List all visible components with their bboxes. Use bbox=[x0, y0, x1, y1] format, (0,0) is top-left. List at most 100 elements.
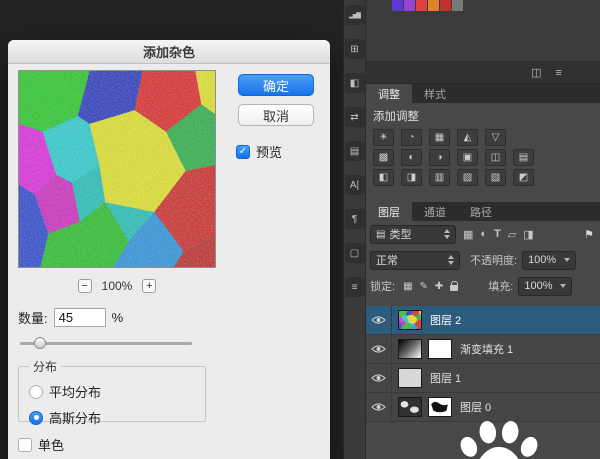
navigator-panel-icon[interactable]: ⊞ bbox=[345, 39, 365, 59]
adjustment-icon-levels[interactable]: ◔ bbox=[401, 129, 422, 146]
layer-row-layer-2[interactable]: 图层 2 bbox=[366, 306, 600, 335]
layer-row-layer-0[interactable]: 图层 0 bbox=[366, 393, 600, 422]
adjustment-icon-lookup[interactable]: ▤ bbox=[513, 149, 534, 166]
layer-name: 图层 1 bbox=[430, 370, 461, 386]
fill-dropdown[interactable]: 100% bbox=[518, 277, 572, 296]
layer-row-gradient-fill-1[interactable]: 渐变填充 1 bbox=[366, 335, 600, 364]
adjustment-icon-brightness[interactable]: ☀ bbox=[373, 129, 394, 146]
amount-unit: % bbox=[112, 310, 124, 325]
opacity-dropdown[interactable]: 100% bbox=[522, 251, 576, 270]
dialog-title: 添加杂色 bbox=[8, 40, 330, 64]
history-panel-icon[interactable]: ▤ bbox=[345, 141, 365, 161]
adjustment-icon-hue-sat[interactable]: ▩ bbox=[373, 149, 394, 166]
noise-preview-image[interactable] bbox=[18, 70, 216, 268]
visibility-toggle[interactable] bbox=[366, 393, 392, 421]
filter-smart-objects-icon[interactable]: ◨ bbox=[523, 228, 533, 241]
filter-type-layers-icon[interactable]: T bbox=[494, 228, 501, 240]
icon-glyph: ≡ bbox=[352, 282, 358, 293]
panel-dock-strip: ▂▅▇ ⊞ ◧ ⇄ ▤ A| ¶ ▢ ≡ bbox=[343, 0, 366, 459]
layer-thumbnail[interactable] bbox=[398, 310, 422, 330]
adjustment-icon-fill[interactable]: ◩ bbox=[513, 169, 534, 186]
gaussian-radio[interactable] bbox=[29, 411, 43, 425]
gradient-fill-thumbnail[interactable] bbox=[398, 339, 422, 359]
paragraph-panel-icon[interactable]: ¶ bbox=[345, 209, 365, 229]
kind-icon: ▤ bbox=[376, 229, 385, 240]
notes-panel-icon[interactable]: ▢ bbox=[345, 243, 365, 263]
color-swatch[interactable] bbox=[440, 0, 451, 11]
info-panel-icon[interactable]: ◧ bbox=[345, 73, 365, 93]
collapse-panels-icon[interactable]: ◫ bbox=[531, 66, 541, 79]
filter-row: ▤ 类型 ▦ ◐ T ▱ ◨ ⚑ bbox=[366, 221, 600, 247]
adjustment-icon-color-balance[interactable]: ◐ bbox=[401, 149, 422, 166]
opacity-label: 不透明度: bbox=[470, 252, 517, 268]
layer-row-layer-1[interactable]: 图层 1 bbox=[366, 364, 600, 393]
cancel-button[interactable]: 取消 bbox=[238, 104, 314, 126]
icon-glyph: ▤ bbox=[350, 146, 359, 157]
visibility-toggle[interactable] bbox=[366, 364, 392, 392]
preview-checkbox[interactable]: ✓ bbox=[236, 145, 250, 159]
icon-glyph: ▂▅▇ bbox=[349, 12, 360, 19]
properties-panel-icon[interactable]: ≡ bbox=[345, 277, 365, 297]
filter-pixel-layers-icon[interactable]: ▦ bbox=[463, 228, 473, 241]
filter-toggle-icon[interactable]: ⚑ bbox=[584, 228, 594, 241]
tab-styles[interactable]: 样式 bbox=[412, 84, 458, 103]
visibility-toggle[interactable] bbox=[366, 306, 392, 334]
monochrome-checkbox[interactable] bbox=[18, 438, 32, 452]
filter-adjustment-layers-icon[interactable]: ◐ bbox=[480, 228, 487, 240]
lock-image-pixels-icon[interactable]: ✎ bbox=[420, 281, 428, 292]
blend-mode-value: 正常 bbox=[376, 252, 398, 268]
tab-paths[interactable]: 路径 bbox=[458, 202, 504, 221]
adjustment-icon-photo-filter[interactable]: ▣ bbox=[457, 149, 478, 166]
adjustment-icon-vibrance[interactable]: ▽ bbox=[485, 129, 506, 146]
monochrome-label: 单色 bbox=[38, 435, 64, 454]
uniform-radio[interactable] bbox=[29, 385, 43, 399]
adjustment-icon-invert[interactable]: ◧ bbox=[373, 169, 394, 186]
tab-adjustments[interactable]: 调整 bbox=[366, 84, 412, 103]
layer-mask-thumbnail[interactable] bbox=[428, 339, 452, 359]
layer-list: 图层 2 渐变填充 1 图层 1 bbox=[366, 306, 600, 422]
adjustment-icon-threshold[interactable]: ▥ bbox=[429, 169, 450, 186]
kind-filter-dropdown[interactable]: ▤ 类型 bbox=[370, 225, 456, 244]
layer-name: 图层 2 bbox=[430, 312, 461, 328]
color-swatch[interactable] bbox=[404, 0, 415, 11]
histogram-panel-icon[interactable]: ▂▅▇ bbox=[345, 5, 365, 25]
color-swatch[interactable] bbox=[428, 0, 439, 11]
adjustment-icon-channel-mixer[interactable]: ◫ bbox=[485, 149, 506, 166]
icon-glyph: A| bbox=[350, 180, 359, 191]
color-swatch[interactable] bbox=[416, 0, 427, 11]
layer-thumbnail[interactable] bbox=[398, 368, 422, 388]
fill-value: 100% bbox=[524, 280, 552, 292]
panel-menu-icon[interactable]: ≡ bbox=[556, 67, 562, 79]
adjustment-icon-curves[interactable]: ▦ bbox=[429, 129, 450, 146]
amount-slider[interactable] bbox=[20, 336, 192, 350]
layer-mask-thumbnail[interactable] bbox=[428, 397, 452, 417]
adjustment-icon-gradient-map[interactable]: ▧ bbox=[457, 169, 478, 186]
adjustment-icon-posterize[interactable]: ◨ bbox=[401, 169, 422, 186]
adjustment-icon-exposure[interactable]: ◭ bbox=[457, 129, 478, 146]
lock-position-icon[interactable]: ✚ bbox=[435, 281, 443, 292]
lock-transparent-pixels-icon[interactable]: ▦ bbox=[403, 281, 412, 292]
blend-row: 正常 不透明度: 100% bbox=[366, 247, 600, 273]
ok-button[interactable]: 确定 bbox=[238, 74, 314, 96]
chevron-down-icon bbox=[564, 258, 570, 262]
amount-input[interactable] bbox=[54, 308, 106, 327]
actions-panel-icon[interactable]: ⇄ bbox=[345, 107, 365, 127]
distribution-legend: 分布 bbox=[29, 358, 61, 375]
preview-label: 预览 bbox=[256, 142, 282, 161]
color-swatch[interactable] bbox=[452, 0, 463, 11]
color-swatch[interactable] bbox=[392, 0, 403, 11]
tab-channels[interactable]: 通道 bbox=[412, 202, 458, 221]
visibility-toggle[interactable] bbox=[366, 335, 392, 363]
blend-mode-dropdown[interactable]: 正常 bbox=[370, 251, 460, 270]
adjustment-icon-bw[interactable]: ◑ bbox=[429, 149, 450, 166]
lock-all-icon[interactable] bbox=[450, 285, 458, 291]
zoom-in-button[interactable]: + bbox=[142, 279, 156, 293]
filter-shape-layers-icon[interactable]: ▱ bbox=[508, 228, 516, 241]
character-panel-icon[interactable]: A| bbox=[345, 175, 365, 195]
tab-layers[interactable]: 图层 bbox=[366, 202, 412, 221]
zoom-out-button[interactable]: − bbox=[78, 279, 92, 293]
layer-thumbnail[interactable] bbox=[398, 397, 422, 417]
slider-thumb[interactable] bbox=[34, 337, 46, 349]
adjustment-icon-selective-color[interactable]: ▨ bbox=[485, 169, 506, 186]
fill-label: 填充: bbox=[488, 278, 513, 294]
